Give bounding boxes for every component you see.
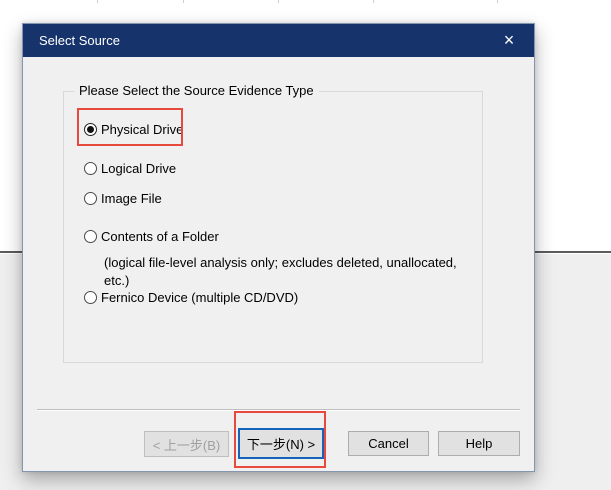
radio-button-icon[interactable] xyxy=(84,291,97,304)
folder-option-note: (logical file-level analysis only; exclu… xyxy=(104,254,457,290)
radio-option-contents-of-folder[interactable]: Contents of a Folder xyxy=(84,227,219,245)
radio-label[interactable]: Contents of a Folder xyxy=(101,229,219,244)
background-column-tick xyxy=(497,0,498,3)
close-icon[interactable]: × xyxy=(492,24,526,57)
dialog-titlebar[interactable]: Select Source × xyxy=(23,24,534,57)
folder-note-line1: (logical file-level analysis only; exclu… xyxy=(104,254,457,272)
radio-option-fernico-device[interactable]: Fernico Device (multiple CD/DVD) xyxy=(84,288,298,306)
background-column-tick xyxy=(183,0,184,3)
radio-button-icon[interactable] xyxy=(84,162,97,175)
radio-button-icon[interactable] xyxy=(84,192,97,205)
background-column-tick xyxy=(373,0,374,3)
radio-label[interactable]: Image File xyxy=(101,191,162,206)
help-button[interactable]: Help xyxy=(438,431,520,456)
cancel-button[interactable]: Cancel xyxy=(348,431,429,456)
next-button[interactable]: 下一步(N) > xyxy=(238,428,324,459)
dialog-title: Select Source xyxy=(39,33,120,48)
radio-option-logical-drive[interactable]: Logical Drive xyxy=(84,159,176,177)
groupbox-label: Please Select the Source Evidence Type xyxy=(74,83,319,98)
screen: Select Source × Please Select the Source… xyxy=(0,0,611,490)
background-column-tick xyxy=(278,0,279,3)
radio-button-icon[interactable] xyxy=(84,123,97,136)
radio-label[interactable]: Logical Drive xyxy=(101,161,176,176)
select-source-dialog: Select Source × Please Select the Source… xyxy=(22,23,535,472)
back-button[interactable]: < 上一步(B) xyxy=(144,431,229,457)
button-area-separator xyxy=(37,409,520,411)
radio-label[interactable]: Fernico Device (multiple CD/DVD) xyxy=(101,290,298,305)
radio-option-physical-drive[interactable]: Physical Drive xyxy=(84,120,183,138)
background-column-tick xyxy=(97,0,98,3)
radio-button-icon[interactable] xyxy=(84,230,97,243)
radio-option-image-file[interactable]: Image File xyxy=(84,189,162,207)
radio-label[interactable]: Physical Drive xyxy=(101,122,183,137)
